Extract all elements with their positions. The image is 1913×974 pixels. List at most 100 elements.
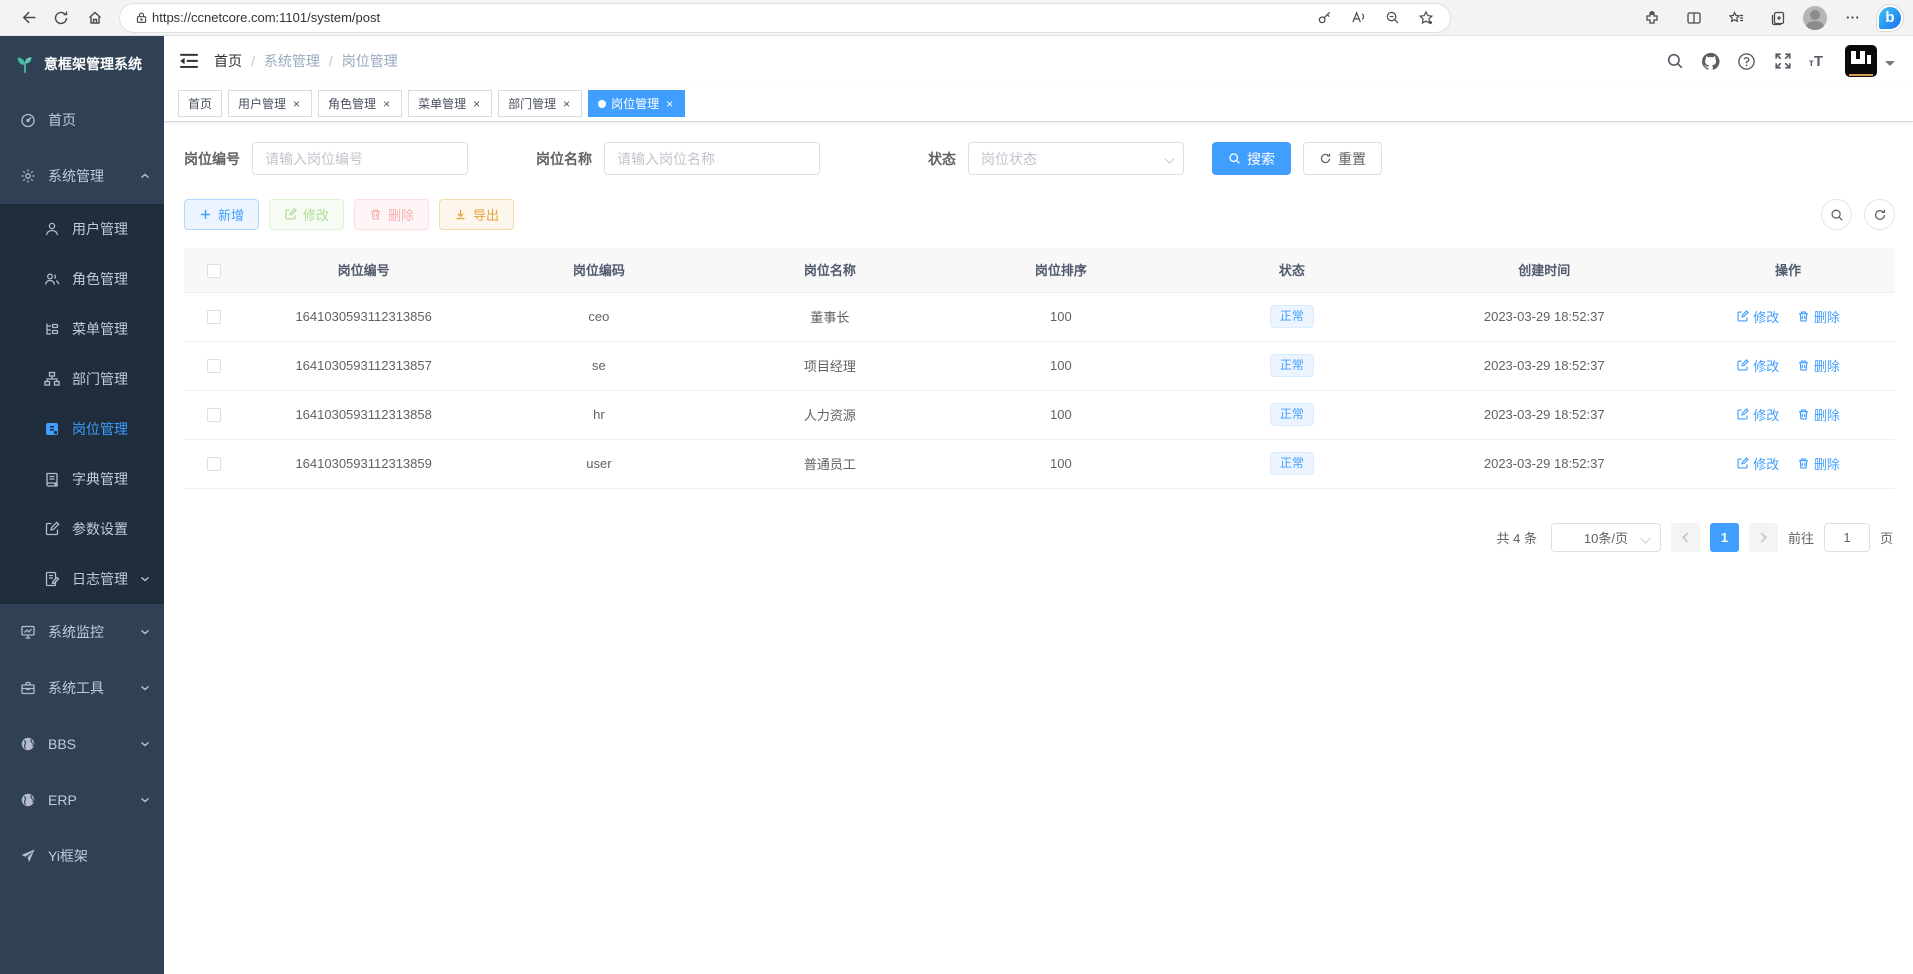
select-all-checkbox[interactable] (207, 264, 221, 278)
cell-post-code: user (483, 439, 714, 488)
tab-users[interactable]: 用户管理 × (228, 90, 312, 117)
tab-label: 岗位管理 (611, 95, 659, 112)
github-icon[interactable] (1701, 51, 1721, 71)
browser-menu-icon[interactable] (1835, 4, 1869, 32)
post-code-input[interactable] (252, 142, 468, 175)
delete-button[interactable]: 删除 (354, 199, 429, 230)
row-edit-button[interactable]: 修改 (1736, 405, 1779, 424)
table-row[interactable]: 1641030593112313858 hr 人力资源 100 正常 2023-… (184, 390, 1895, 439)
goto-page-input[interactable] (1824, 523, 1870, 552)
row-delete-button[interactable]: 删除 (1797, 454, 1840, 473)
browser-back-button[interactable] (10, 4, 44, 32)
table-row[interactable]: 1641030593112313859 user 普通员工 100 正常 202… (184, 439, 1895, 488)
copilot-icon[interactable]: b (1877, 5, 1903, 31)
sidebar-item-tools[interactable]: 系统工具 (0, 660, 164, 716)
sidebar-item-home[interactable]: 首页 (0, 92, 164, 148)
tab-departments[interactable]: 部门管理 × (498, 90, 582, 117)
zoom-out-icon[interactable] (1378, 4, 1406, 32)
table-row[interactable]: 1641030593112313857 se 项目经理 100 正常 2023-… (184, 341, 1895, 390)
sidebar-item-logs[interactable]: 日志管理 (0, 554, 164, 604)
row-delete-button[interactable]: 删除 (1797, 307, 1840, 326)
extensions-icon[interactable] (1635, 4, 1669, 32)
lock-icon[interactable] (130, 4, 152, 32)
sidebar-item-bbs[interactable]: BBS (0, 716, 164, 772)
tab-roles[interactable]: 角色管理 × (318, 90, 402, 117)
sidebar-item-roles[interactable]: 角色管理 (0, 254, 164, 304)
sidebar-item-menus[interactable]: 菜单管理 (0, 304, 164, 354)
browser-refresh-button[interactable] (44, 4, 78, 32)
sidebar-item-yi-framework[interactable]: Yi框架 (0, 828, 164, 884)
tab-home[interactable]: 首页 (178, 90, 222, 117)
collections-icon[interactable] (1761, 4, 1795, 32)
row-checkbox[interactable] (207, 457, 221, 471)
close-icon[interactable]: × (471, 97, 482, 111)
gear-icon (20, 168, 36, 184)
close-icon[interactable]: × (664, 97, 675, 111)
sidebar-item-users[interactable]: 用户管理 (0, 204, 164, 254)
help-icon[interactable] (1737, 51, 1757, 71)
close-icon[interactable]: × (381, 97, 392, 111)
row-edit-button[interactable]: 修改 (1736, 454, 1779, 473)
search-button[interactable]: 搜索 (1212, 142, 1291, 175)
page-number-button[interactable]: 1 (1710, 523, 1739, 552)
row-checkbox[interactable] (207, 408, 221, 422)
row-delete-button[interactable]: 删除 (1797, 405, 1840, 424)
cell-post-sort: 100 (945, 341, 1176, 390)
sidebar-item-parameters[interactable]: 参数设置 (0, 504, 164, 554)
chevron-down-icon (140, 795, 150, 805)
row-checkbox[interactable] (207, 359, 221, 373)
sidebar-item-departments[interactable]: 部门管理 (0, 354, 164, 404)
row-checkbox[interactable] (207, 310, 221, 324)
url-text[interactable]: https://ccnetcore.com:1101/system/post (152, 10, 1310, 25)
sidebar-collapse-icon[interactable] (178, 50, 200, 72)
close-icon[interactable]: × (291, 97, 302, 111)
user-menu[interactable] (1845, 45, 1895, 77)
row-delete-button[interactable]: 删除 (1797, 356, 1840, 375)
close-icon[interactable]: × (561, 97, 572, 111)
cell-created: 2023-03-29 18:52:37 (1407, 390, 1681, 439)
trash-icon (1797, 408, 1810, 421)
header-search-icon[interactable] (1665, 51, 1685, 71)
sidebar-item-erp[interactable]: ERP (0, 772, 164, 828)
browser-home-button[interactable] (78, 4, 112, 32)
breadcrumb-home[interactable]: 首页 (214, 51, 242, 71)
fullscreen-icon[interactable] (1773, 51, 1793, 71)
status-select[interactable] (968, 142, 1184, 175)
sidebar-item-posts[interactable]: 岗位管理 (0, 404, 164, 454)
next-page-button[interactable] (1749, 523, 1778, 552)
user-avatar[interactable] (1845, 45, 1877, 77)
row-edit-button[interactable]: 修改 (1736, 356, 1779, 375)
tab-label: 用户管理 (238, 95, 286, 112)
chevron-down-icon (140, 627, 150, 637)
app-logo[interactable]: 意框架管理系统 (0, 36, 164, 92)
refresh-table-button[interactable] (1864, 199, 1895, 230)
pagination: 共 4 条 10条/页 1 前往 页 (184, 523, 1895, 552)
export-button[interactable]: 导出 (439, 199, 514, 230)
toggle-search-button[interactable] (1821, 199, 1852, 230)
favorite-add-icon[interactable] (1412, 4, 1440, 32)
status-select-input[interactable] (968, 142, 1184, 175)
table-row[interactable]: 1641030593112313856 ceo 董事长 100 正常 2023-… (184, 292, 1895, 341)
globe-icon (20, 792, 36, 808)
tab-label: 角色管理 (328, 95, 376, 112)
cell-post-name: 普通员工 (714, 439, 945, 488)
reset-button[interactable]: 重置 (1303, 142, 1382, 175)
add-button[interactable]: 新增 (184, 199, 259, 230)
edit-button[interactable]: 修改 (269, 199, 344, 230)
password-key-icon[interactable] (1310, 4, 1338, 32)
page-size-select[interactable]: 10条/页 (1551, 523, 1661, 552)
font-size-icon[interactable]: тT (1809, 53, 1823, 70)
read-aloud-icon[interactable] (1344, 4, 1372, 32)
row-edit-button[interactable]: 修改 (1736, 307, 1779, 326)
sidebar-item-system[interactable]: 系统管理 (0, 148, 164, 204)
sidebar-item-dictionary[interactable]: 字典管理 (0, 454, 164, 504)
address-bar[interactable]: https://ccnetcore.com:1101/system/post (120, 4, 1450, 32)
prev-page-button[interactable] (1671, 523, 1700, 552)
tab-posts-active[interactable]: 岗位管理 × (588, 90, 685, 117)
post-name-input[interactable] (604, 142, 820, 175)
sidebar-item-monitor[interactable]: 系统监控 (0, 604, 164, 660)
tab-menus[interactable]: 菜单管理 × (408, 90, 492, 117)
browser-profile-avatar[interactable] (1803, 6, 1827, 30)
favorites-icon[interactable] (1719, 4, 1753, 32)
split-screen-icon[interactable] (1677, 4, 1711, 32)
